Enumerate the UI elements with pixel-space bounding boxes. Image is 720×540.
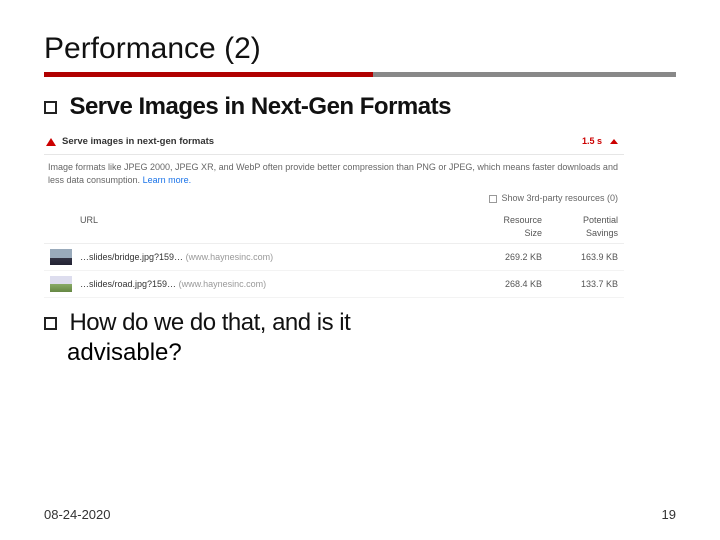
bullet-1: Serve Images in Next-Gen Formats: [44, 93, 676, 121]
checkbox-icon[interactable]: [489, 195, 497, 203]
bullet-2-line2: advisable?: [67, 338, 676, 368]
bullet-marker: [44, 317, 57, 330]
row-savings: 133.7 KB: [568, 278, 618, 291]
col-url: URL: [80, 214, 98, 239]
bullet-2-line1: How do we do that, and is it: [69, 309, 350, 336]
title-underline: [44, 72, 676, 77]
warning-triangle-icon: [46, 138, 56, 146]
thumbnail-image: [50, 249, 72, 265]
row-url[interactable]: …slides/bridge.jpg?159… (www.haynesinc.c…: [80, 251, 492, 264]
third-party-label: Show 3rd-party resources (0): [501, 192, 618, 205]
bullet-1-text: Serve Images in Next-Gen Formats: [69, 93, 450, 120]
footer-date: 08-24-2020: [44, 507, 111, 522]
third-party-toggle[interactable]: Show 3rd-party resources (0): [44, 190, 624, 211]
learn-more-link[interactable]: Learn more.: [143, 175, 192, 185]
row-savings: 163.9 KB: [568, 251, 618, 264]
footer-page: 19: [662, 507, 676, 522]
row-url[interactable]: …slides/road.jpg?159… (www.haynesinc.com…: [80, 278, 492, 291]
table-row: …slides/road.jpg?159… (www.haynesinc.com…: [44, 271, 624, 298]
bullet-2: How do we do that, and is it advisable?: [44, 308, 676, 368]
table-row: …slides/bridge.jpg?159… (www.haynesinc.c…: [44, 244, 624, 271]
audit-header[interactable]: Serve images in next-gen formats 1.5 s: [44, 131, 624, 155]
bullet-marker: [44, 101, 57, 114]
audit-description: Image formats like JPEG 2000, JPEG XR, a…: [44, 155, 624, 190]
col-savings: Potential Savings: [568, 214, 618, 239]
chevron-up-icon[interactable]: [610, 139, 618, 144]
audit-panel: Serve images in next-gen formats 1.5 s I…: [44, 131, 624, 298]
audit-table-header: URL Resource Size Potential Savings: [44, 211, 624, 244]
audit-timing: 1.5 s: [582, 135, 602, 148]
row-size: 269.2 KB: [492, 251, 542, 264]
row-size: 268.4 KB: [492, 278, 542, 291]
thumbnail-image: [50, 276, 72, 292]
slide-title: Performance (2): [44, 32, 676, 66]
audit-heading: Serve images in next-gen formats: [62, 135, 214, 148]
col-size: Resource Size: [492, 214, 542, 239]
